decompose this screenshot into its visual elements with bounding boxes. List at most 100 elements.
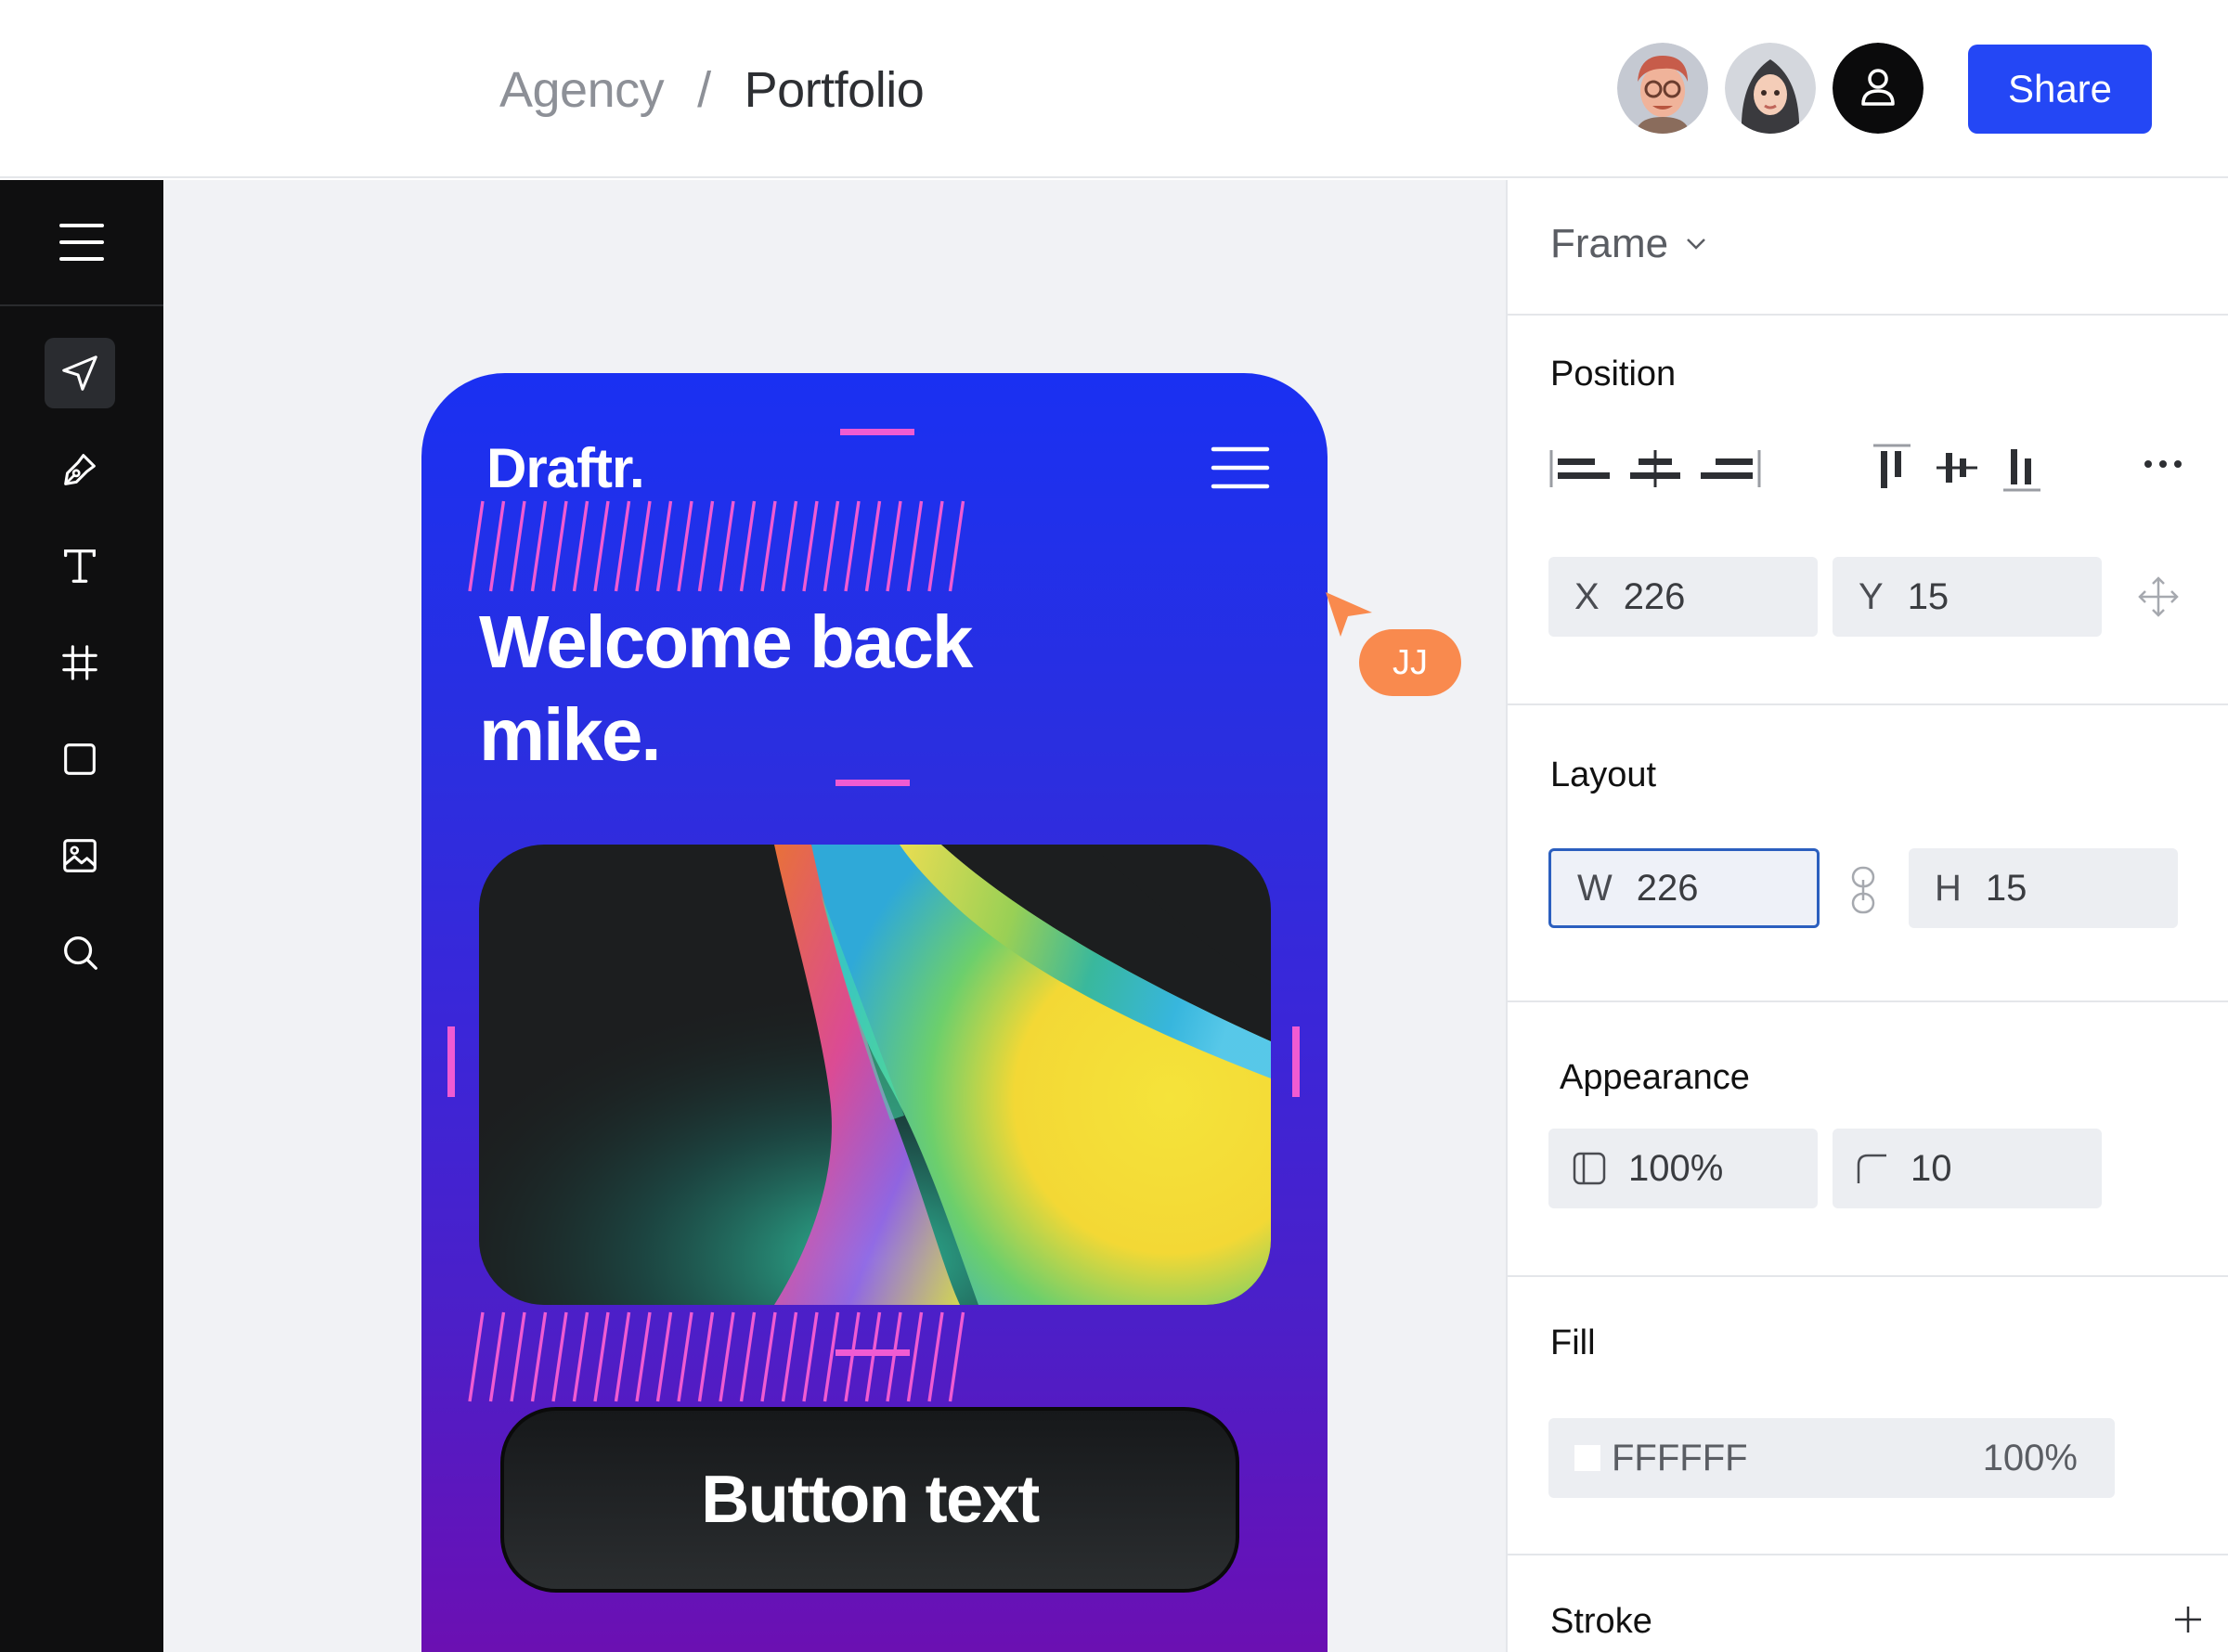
more-options-icon[interactable] [2143,455,2183,473]
align-center-horizontal-icon[interactable] [1623,445,1688,492]
stripe-line [614,500,631,592]
stripe-line [739,500,757,592]
avatar-user-1[interactable] [1617,43,1708,134]
stroke-title: Stroke [1550,1602,1652,1641]
breadcrumb-separator: / [697,62,711,118]
position-y-input[interactable]: Y 15 [1833,557,2102,637]
move-icon[interactable] [2137,575,2180,618]
align-top-icon[interactable] [1866,442,1918,494]
stripe-line [697,1311,715,1402]
phone-frame-artwork [447,429,1300,1593]
search-icon[interactable] [45,917,115,987]
stripe-line [530,500,548,592]
layout-title: Layout [1550,755,1657,794]
cursor-icon[interactable] [45,338,115,408]
fill-hex-value: FFFFFF [1612,1437,1748,1478]
breadcrumb-agency[interactable]: Agency [499,61,665,119]
text-icon[interactable] [45,531,115,601]
fill-swatch[interactable] [1574,1445,1600,1471]
h-label: H [1935,867,1962,909]
corner-radius-icon [1857,1154,1886,1183]
stripe-line [510,1311,526,1402]
frame-header-section: Frame [1508,180,2228,316]
frame-icon[interactable] [45,627,115,698]
stripe-line [823,1311,840,1402]
hero-image [479,845,1271,1305]
layout-width-input[interactable]: W 226 [1548,848,1820,928]
stripe-line [677,1311,693,1402]
align-center-vertical-icon[interactable] [1931,442,1983,494]
guide-mark-right [1292,1026,1300,1097]
stripe-line [844,500,861,592]
stripe-line [572,500,589,592]
phone-frame[interactable]: Draftr. Welcome back mike. Button text [421,373,1328,1652]
breadcrumb: Agency / Portfolio [499,61,925,119]
opacity-icon [1573,1152,1606,1185]
position-x-input[interactable]: X 226 [1548,557,1818,637]
top-bar: Agency / Portfolio Share [0,0,2228,178]
corner-radius-input[interactable]: 10 [1833,1129,2102,1208]
headline-line-1: Welcome back [479,600,973,683]
fill-opacity-value: 100% [1982,1437,2078,1478]
stripe-line [655,500,673,592]
fill-color-input[interactable]: FFFFFF 100% [1548,1418,2115,1498]
appearance-title: Appearance [1560,1058,1750,1097]
image-icon[interactable] [45,820,115,891]
y-label: Y [1859,575,1884,617]
stripe-line [906,500,924,592]
layout-height-input[interactable]: H 15 [1909,848,2178,928]
guide-mark-top [840,429,914,435]
stripe-line [551,500,568,592]
x-label: X [1574,575,1600,617]
frame-dropdown[interactable]: Frame [1550,221,1707,267]
stripe-pattern-top [468,500,965,592]
stripe-line [864,500,882,592]
frame-dropdown-label: Frame [1550,221,1669,266]
breadcrumb-portfolio: Portfolio [744,62,925,118]
stripe-line [948,500,965,592]
stripe-line [468,500,485,592]
tool-bar [0,180,163,1652]
phone-menu-icon[interactable] [1211,446,1270,489]
pen-icon[interactable] [45,434,115,505]
menu-icon[interactable] [0,180,163,306]
stripe-line [697,500,715,592]
stripe-line [906,1311,924,1402]
stripe-line [886,1311,902,1402]
stripe-line [488,500,506,592]
align-left-icon[interactable] [1548,445,1613,492]
design-canvas[interactable]: Draftr. Welcome back mike. Button text J… [163,180,1506,1652]
avatar-user-3[interactable] [1833,43,1924,134]
brand-logo: Draftr. [486,437,645,499]
y-value: 15 [1907,575,1950,617]
stripe-line [844,1311,861,1402]
fill-title: Fill [1550,1323,1596,1362]
stripe-line [781,1311,798,1402]
opacity-input[interactable]: 100% [1548,1129,1818,1208]
share-button[interactable]: Share [1968,45,2152,134]
avatar-user-2[interactable] [1725,43,1816,134]
stripe-line [927,1311,944,1402]
stripe-line [719,500,735,592]
w-value: 226 [1636,867,1699,909]
phone-primary-button[interactable] [500,1407,1239,1593]
collaborator-label: JJ [1359,629,1461,696]
stripe-line [551,1311,568,1402]
align-bottom-icon[interactable] [1996,442,2048,494]
stripe-line [655,1311,673,1402]
guide-mark-bottom [836,1349,910,1356]
chevron-down-icon [1687,239,1706,250]
fill-section: Fill [1508,1277,2228,1555]
rectangle-icon[interactable] [45,724,115,794]
stripe-line [802,1311,819,1402]
stripe-line [927,500,944,592]
position-title: Position [1550,355,1677,394]
h-value: 15 [1985,867,2027,909]
constrain-proportions-icon[interactable] [1849,865,1877,915]
opacity-value: 100% [1628,1147,1724,1189]
add-stroke-icon[interactable] [2172,1604,2204,1635]
w-label: W [1577,867,1613,909]
stripe-line [488,1311,506,1402]
align-right-icon[interactable] [1697,445,1762,492]
corner-radius-value: 10 [1911,1147,1952,1189]
